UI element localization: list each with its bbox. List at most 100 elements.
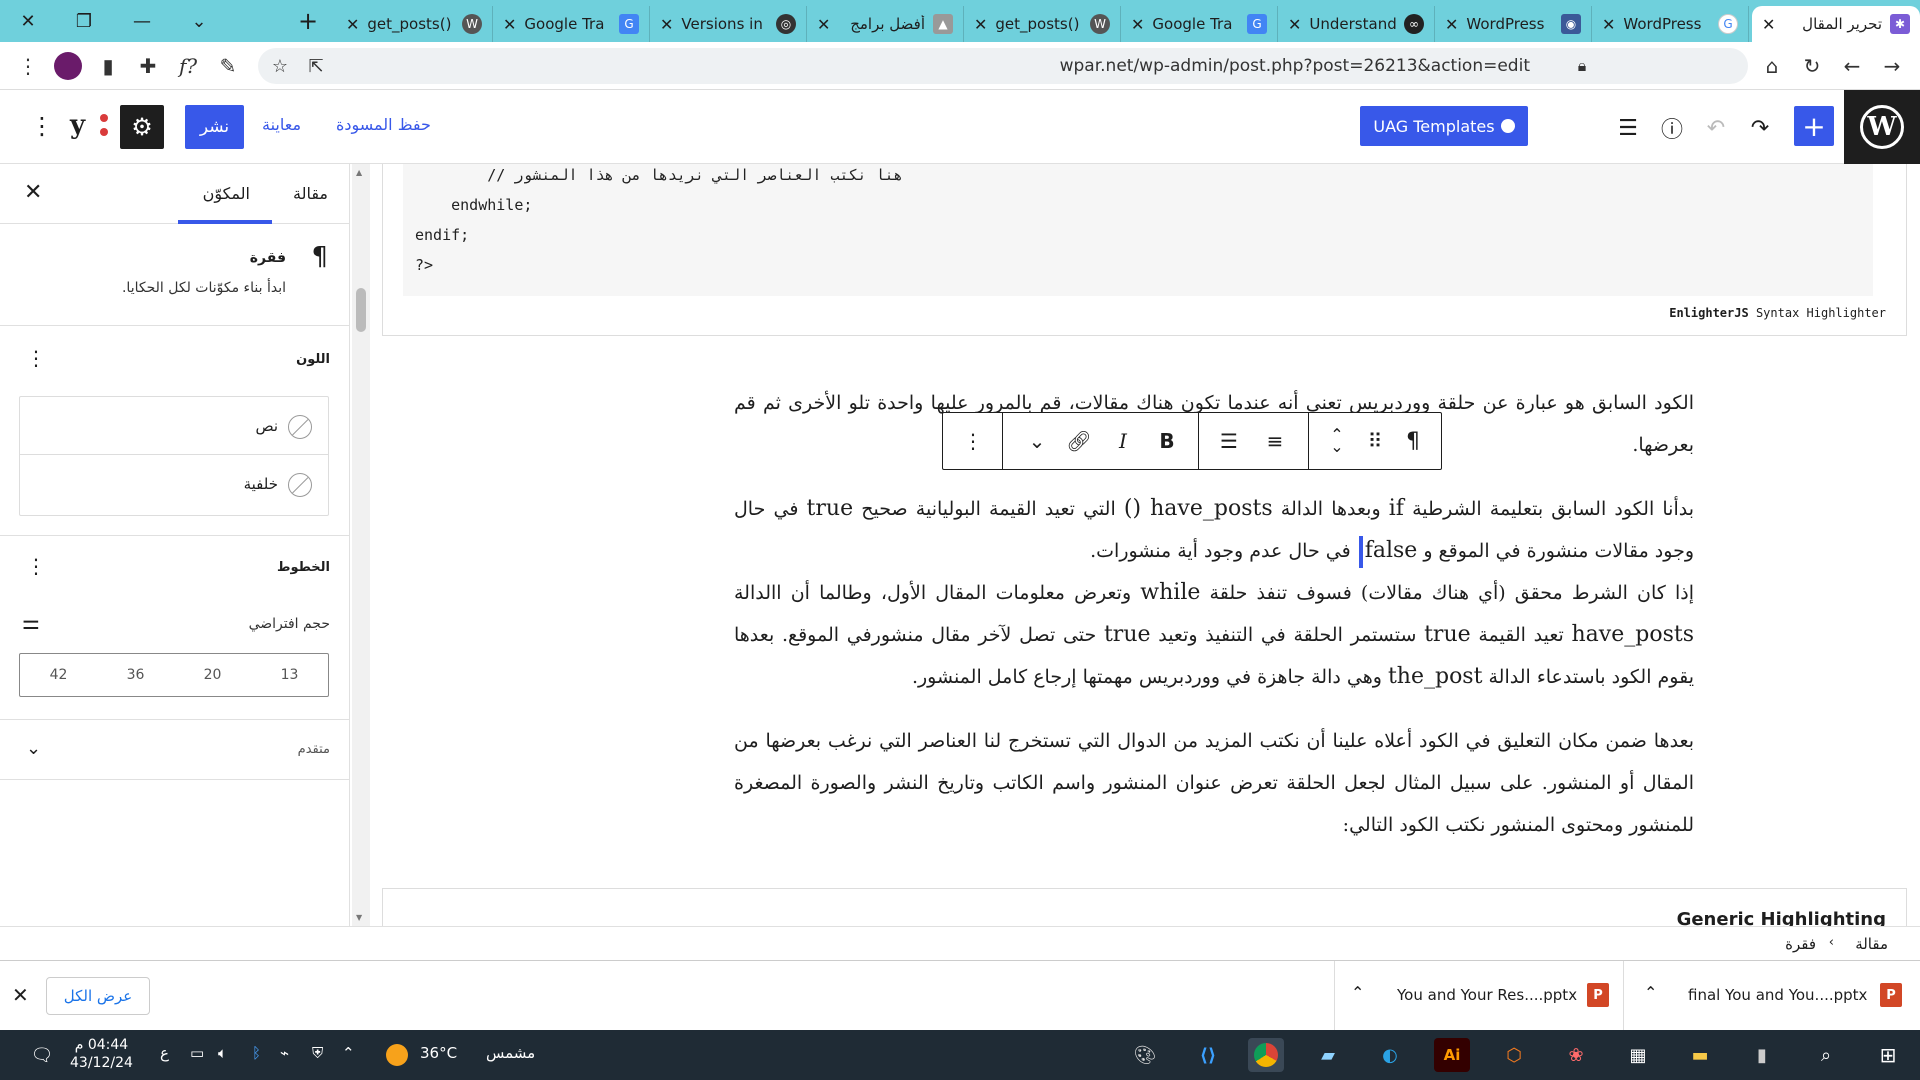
tab-close-icon[interactable]: ✕ bbox=[1288, 15, 1301, 34]
bookmark-star-icon[interactable]: ☆ bbox=[264, 50, 296, 82]
add-block-button[interactable]: + bbox=[1794, 106, 1834, 146]
align-right-icon[interactable]: ≡ bbox=[1261, 427, 1289, 455]
app-icon[interactable]: ▮ bbox=[1744, 1038, 1780, 1072]
notes-app-icon[interactable]: ▰ bbox=[1310, 1038, 1346, 1072]
save-draft-button[interactable]: حفظ المسودة bbox=[336, 115, 431, 134]
xampp-app-icon[interactable]: ⬡ bbox=[1496, 1038, 1532, 1072]
close-window-icon[interactable]: ✕ bbox=[10, 6, 46, 36]
browser-tab[interactable]: ✕ أفضل برامج ▲ bbox=[807, 6, 964, 42]
code-block[interactable]: // هنا نكتب العناصر التي نريدها من هذا ا… bbox=[382, 164, 1907, 336]
file-explorer-icon[interactable]: ▬ bbox=[1682, 1038, 1718, 1072]
font-size-option[interactable]: 20 bbox=[174, 654, 251, 696]
scrollbar-thumb[interactable] bbox=[356, 288, 366, 332]
link-icon[interactable]: 🔗︎ bbox=[1065, 427, 1093, 455]
font-size-option[interactable]: 42 bbox=[20, 654, 97, 696]
undo-icon[interactable]: ↶ bbox=[1698, 110, 1734, 146]
browser-tab[interactable]: ✕ Versions in ◎ bbox=[650, 6, 807, 42]
minimize-window-icon[interactable]: — bbox=[124, 6, 160, 36]
font-size-option[interactable]: 36 bbox=[97, 654, 174, 696]
typography-options-icon[interactable]: ⋮ bbox=[26, 554, 46, 578]
close-downloads-icon[interactable]: ✕ bbox=[12, 983, 29, 1007]
background-color-option[interactable]: خلفية bbox=[20, 455, 328, 513]
close-sidebar-icon[interactable]: ✕ bbox=[24, 180, 42, 205]
extension-f-icon[interactable]: f? bbox=[172, 50, 204, 82]
color-options-icon[interactable]: ⋮ bbox=[26, 346, 46, 370]
paragraph-icon[interactable]: ¶ bbox=[1399, 427, 1427, 455]
tab-close-icon[interactable]: ✕ bbox=[503, 15, 516, 34]
share-icon[interactable]: ⇱ bbox=[300, 50, 332, 82]
browser-tab[interactable]: ✕ Understand ∞ bbox=[1278, 6, 1435, 42]
input-language[interactable]: ع bbox=[160, 1044, 169, 1062]
download-item[interactable]: ⌃ final You and You....pptx P bbox=[1624, 961, 1920, 1031]
address-bar[interactable]: ☆ ⇱ wpar.net/wp-admin/post.php?post=2621… bbox=[258, 48, 1748, 84]
breadcrumb-current[interactable]: فقرة bbox=[1785, 935, 1816, 953]
forward-arrow-icon[interactable]: → bbox=[1876, 50, 1908, 82]
store-app-icon[interactable]: ▦ bbox=[1620, 1038, 1656, 1072]
more-options-icon[interactable]: ⋮ bbox=[959, 427, 987, 455]
chevron-down-icon[interactable]: ⌄ bbox=[26, 738, 41, 759]
options-menu-icon[interactable]: ⋮ bbox=[30, 112, 54, 140]
home-icon[interactable]: ⌂ bbox=[1756, 50, 1788, 82]
advanced-panel[interactable]: متقدم ⌄ bbox=[0, 720, 350, 780]
sidebar-scrollbar[interactable]: ▲ ▼ bbox=[352, 164, 370, 926]
yoast-seo-button[interactable]: y bbox=[70, 110, 110, 144]
chevron-up-icon[interactable]: ⌃ bbox=[1644, 983, 1657, 1002]
publish-button[interactable]: نشر bbox=[185, 105, 244, 149]
vscode-app-icon[interactable]: ⟨⟩ bbox=[1190, 1038, 1226, 1072]
network-icon[interactable]: ⌁ bbox=[280, 1044, 289, 1062]
weather-condition[interactable]: مشمس bbox=[486, 1044, 535, 1062]
more-rich-text-chevron-icon[interactable]: ⌄ bbox=[1023, 427, 1051, 455]
battery-icon[interactable]: ▭ bbox=[190, 1044, 204, 1062]
browser-tab[interactable]: ✕ get_posts() W bbox=[336, 6, 493, 42]
extensions-icon[interactable]: ✚ bbox=[132, 50, 164, 82]
settings-gear-button[interactable]: ⚙ bbox=[120, 105, 164, 149]
tab-block[interactable]: المكوّن bbox=[203, 184, 250, 203]
text-color-option[interactable]: نص bbox=[20, 397, 328, 455]
scroll-up-icon[interactable]: ▲ bbox=[356, 168, 362, 177]
tab-close-icon[interactable]: ✕ bbox=[660, 15, 673, 34]
paragraph-block[interactable]: بدأنا الكود السابق بتعليمة الشرطية if وب… bbox=[734, 488, 1694, 698]
edge-app-icon[interactable]: ◐ bbox=[1372, 1038, 1408, 1072]
clock[interactable]: 04:44 م 43/12/24 bbox=[70, 1036, 133, 1072]
browser-tab[interactable]: ✕ WordPress ◉ bbox=[1435, 6, 1592, 42]
profile-avatar[interactable] bbox=[52, 50, 84, 82]
show-hidden-icons-icon[interactable]: ⌃ bbox=[342, 1044, 355, 1062]
bold-icon[interactable]: B bbox=[1153, 427, 1181, 455]
tab-close-icon[interactable]: ✕ bbox=[1131, 15, 1144, 34]
preview-button[interactable]: معاينة bbox=[262, 115, 301, 134]
align-text-icon[interactable]: ☰ bbox=[1215, 427, 1243, 455]
browser-tab[interactable]: ✕ Google Tra G bbox=[493, 6, 650, 42]
wordpress-logo-button[interactable]: W bbox=[1844, 90, 1920, 164]
bluetooth-icon[interactable]: ᛒ bbox=[252, 1044, 261, 1062]
tab-close-icon[interactable]: ✕ bbox=[1445, 15, 1458, 34]
tab-close-icon[interactable]: ✕ bbox=[1762, 15, 1775, 34]
app-icon[interactable]: ❀ bbox=[1558, 1038, 1594, 1072]
tab-search-icon[interactable]: ⌄ bbox=[181, 6, 217, 36]
lock-icon[interactable]: 🔒︎ bbox=[1566, 50, 1598, 82]
security-shield-icon[interactable]: ⛨ bbox=[312, 1044, 323, 1062]
chevron-up-icon[interactable]: ⌃ bbox=[1351, 983, 1364, 1002]
illustrator-app-icon[interactable]: Ai bbox=[1434, 1038, 1470, 1072]
sunny-weather-icon[interactable] bbox=[386, 1044, 408, 1066]
show-all-downloads-button[interactable]: عرض الكل bbox=[46, 977, 150, 1015]
drag-handle-icon[interactable]: ⠿ bbox=[1361, 427, 1389, 455]
tab-post[interactable]: مقالة bbox=[293, 184, 328, 203]
eyedropper-icon[interactable]: ✎ bbox=[212, 50, 244, 82]
paragraph-block[interactable]: بعدها ضمن مكان التعليق في الكود أعلاه عل… bbox=[734, 720, 1694, 846]
volume-icon[interactable]: 🔈︎ bbox=[218, 1044, 227, 1062]
custom-size-sliders-icon[interactable]: ⚌ bbox=[22, 610, 40, 634]
chrome-app-icon[interactable] bbox=[1248, 1038, 1284, 1072]
download-item[interactable]: ⌃ You and Your Res....pptx P bbox=[1334, 961, 1624, 1031]
search-icon[interactable]: ⌕ bbox=[1808, 1038, 1844, 1072]
move-up-down-icon[interactable]: ⌃ ⌄ bbox=[1323, 427, 1351, 455]
browser-tab[interactable]: ✕ Google Tra G bbox=[1121, 6, 1278, 42]
uag-templates-button[interactable]: UAG Templates bbox=[1360, 106, 1528, 146]
paint-app-icon[interactable]: 🎨︎ bbox=[1127, 1038, 1163, 1072]
weather-temp[interactable]: 36°C bbox=[420, 1044, 457, 1062]
italic-icon[interactable]: I bbox=[1109, 427, 1137, 455]
tab-close-icon[interactable]: ✕ bbox=[817, 15, 830, 34]
code-block[interactable]: Generic Highlighting bbox=[382, 888, 1907, 926]
details-info-icon[interactable]: ⓘ bbox=[1654, 110, 1690, 146]
tab-close-icon[interactable]: ✕ bbox=[974, 15, 987, 34]
side-panel-icon[interactable]: ▮ bbox=[92, 50, 124, 82]
